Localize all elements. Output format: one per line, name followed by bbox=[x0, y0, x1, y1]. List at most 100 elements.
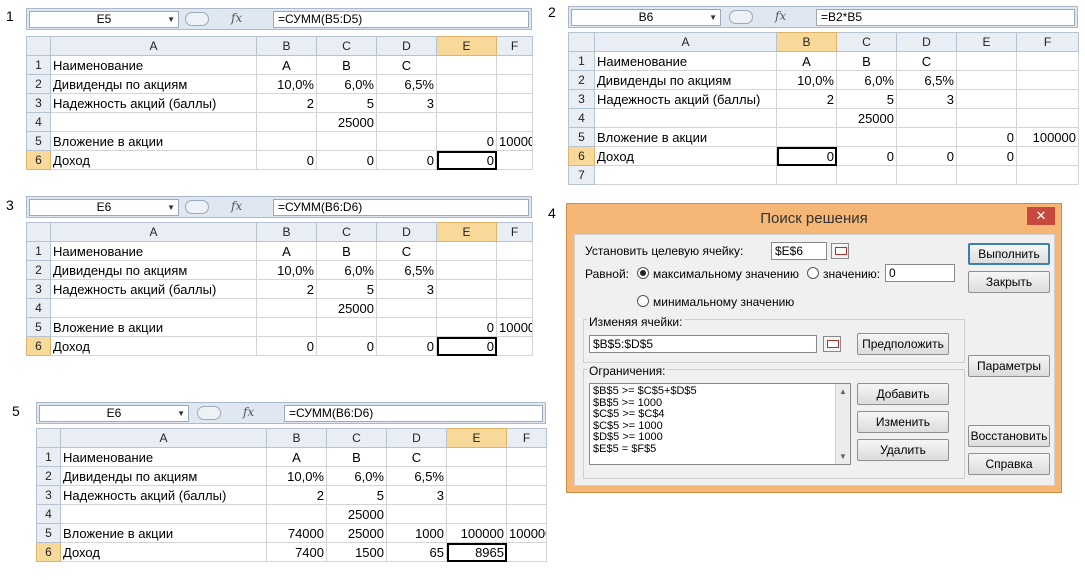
cell[interactable]: B bbox=[316, 55, 377, 75]
expand-icon[interactable] bbox=[729, 10, 753, 24]
formula-input[interactable]: =СУММ(B5:D5) bbox=[273, 11, 529, 28]
cell[interactable] bbox=[256, 317, 317, 337]
cell[interactable] bbox=[256, 298, 317, 318]
target-cell-field[interactable]: $E$6 bbox=[771, 242, 827, 260]
column-header[interactable]: B bbox=[266, 428, 327, 448]
cell[interactable]: Доход bbox=[594, 146, 777, 166]
cell[interactable] bbox=[496, 93, 533, 113]
row-header[interactable]: 3 bbox=[26, 93, 51, 113]
cell[interactable]: 1500 bbox=[326, 542, 387, 562]
name-box[interactable]: B6 ▼ bbox=[571, 9, 721, 26]
cell[interactable] bbox=[956, 70, 1017, 90]
guess-button[interactable]: Предположить bbox=[857, 333, 949, 355]
row-header[interactable]: 2 bbox=[26, 74, 51, 94]
cell[interactable]: 0 bbox=[956, 146, 1017, 166]
cell[interactable]: 0 bbox=[256, 336, 317, 356]
reset-button[interactable]: Восстановить bbox=[968, 425, 1050, 447]
column-header[interactable]: E bbox=[436, 222, 497, 242]
cell[interactable]: A bbox=[776, 51, 837, 71]
row-header[interactable]: 4 bbox=[36, 504, 61, 524]
dropdown-arrow-icon[interactable]: ▼ bbox=[167, 200, 175, 215]
value-field[interactable]: 0 bbox=[885, 264, 955, 282]
cell[interactable] bbox=[1016, 146, 1079, 166]
name-box[interactable]: E5 ▼ bbox=[29, 11, 179, 28]
cell[interactable]: 0 bbox=[256, 150, 317, 170]
cell[interactable]: A bbox=[256, 241, 317, 261]
cell[interactable]: Наименование bbox=[594, 51, 777, 71]
column-header[interactable]: F bbox=[496, 36, 533, 56]
column-header[interactable]: A bbox=[50, 222, 257, 242]
close-button[interactable]: Закрыть bbox=[968, 271, 1050, 293]
cell[interactable] bbox=[436, 241, 497, 261]
select-all-corner[interactable] bbox=[36, 428, 61, 448]
cell[interactable] bbox=[1016, 108, 1079, 128]
cell[interactable]: 0 bbox=[436, 150, 497, 170]
cell[interactable]: 2 bbox=[776, 89, 837, 109]
cell[interactable] bbox=[446, 485, 507, 505]
cell[interactable]: Доход bbox=[60, 542, 267, 562]
column-header[interactable]: C bbox=[836, 32, 897, 52]
row-header[interactable]: 4 bbox=[568, 108, 595, 128]
radio-min-label[interactable]: минимальному значению bbox=[653, 295, 794, 309]
cell[interactable] bbox=[776, 127, 837, 147]
cell[interactable] bbox=[436, 260, 497, 280]
cell[interactable] bbox=[496, 336, 533, 356]
cell[interactable] bbox=[896, 165, 957, 185]
constraints-list[interactable]: $B$5 >= $C$5+$D$5 $B$5 >= 1000 $C$5 >= $C$… bbox=[589, 383, 851, 465]
row-header[interactable]: 1 bbox=[26, 241, 51, 261]
cell[interactable] bbox=[1016, 51, 1079, 71]
column-header[interactable]: A bbox=[60, 428, 267, 448]
cell[interactable] bbox=[896, 108, 957, 128]
cell[interactable]: 0 bbox=[316, 150, 377, 170]
cell[interactable] bbox=[50, 112, 257, 132]
cell[interactable] bbox=[956, 108, 1017, 128]
cell[interactable]: 100000 bbox=[496, 131, 533, 151]
column-header[interactable]: A bbox=[594, 32, 777, 52]
cell[interactable] bbox=[446, 504, 507, 524]
fx-icon[interactable]: fx bbox=[231, 199, 242, 213]
cell[interactable]: 25000 bbox=[316, 298, 377, 318]
cell[interactable]: Наименование bbox=[50, 241, 257, 261]
cell[interactable]: 5 bbox=[316, 93, 377, 113]
cell[interactable]: 5 bbox=[836, 89, 897, 109]
constraint-item[interactable]: $D$5 >= 1000 bbox=[593, 431, 847, 444]
cell[interactable]: 10,0% bbox=[256, 74, 317, 94]
row-header[interactable]: 2 bbox=[26, 260, 51, 280]
cell[interactable]: Вложение в акции bbox=[50, 317, 257, 337]
column-header[interactable]: C bbox=[316, 36, 377, 56]
cell[interactable] bbox=[1016, 165, 1079, 185]
dropdown-arrow-icon[interactable]: ▼ bbox=[709, 10, 717, 25]
cell[interactable]: Надежность акций (баллы) bbox=[60, 485, 267, 505]
radio-max-label[interactable]: максимальному значению bbox=[653, 267, 799, 281]
cell[interactable] bbox=[1016, 89, 1079, 109]
row-header[interactable]: 7 bbox=[568, 165, 595, 185]
cell[interactable]: 65 bbox=[386, 542, 447, 562]
cell[interactable]: Доход bbox=[50, 150, 257, 170]
cell[interactable]: 2 bbox=[266, 485, 327, 505]
cell[interactable]: 6,0% bbox=[316, 74, 377, 94]
cell[interactable]: 25000 bbox=[326, 504, 387, 524]
cell[interactable]: B bbox=[316, 241, 377, 261]
column-header[interactable]: D bbox=[386, 428, 447, 448]
row-header[interactable]: 1 bbox=[568, 51, 595, 71]
cell[interactable] bbox=[256, 112, 317, 132]
cell[interactable] bbox=[896, 127, 957, 147]
cell[interactable]: 25000 bbox=[326, 523, 387, 543]
scrollbar[interactable]: ▲ ▼ bbox=[835, 384, 850, 464]
expand-icon[interactable] bbox=[197, 406, 221, 420]
cell[interactable] bbox=[256, 131, 317, 151]
dropdown-arrow-icon[interactable]: ▼ bbox=[167, 12, 175, 27]
cell[interactable]: 1000 bbox=[386, 523, 447, 543]
column-header[interactable]: D bbox=[896, 32, 957, 52]
fx-icon[interactable]: fx bbox=[775, 9, 786, 23]
row-header[interactable]: 6 bbox=[26, 150, 51, 170]
cell[interactable]: 0 bbox=[776, 146, 837, 166]
add-constraint-button[interactable]: Добавить bbox=[857, 383, 949, 405]
cell[interactable]: Дивиденды по акциям bbox=[60, 466, 267, 486]
column-header[interactable]: D bbox=[376, 36, 437, 56]
cell[interactable]: 0 bbox=[956, 127, 1017, 147]
select-all-corner[interactable] bbox=[26, 36, 51, 56]
cell[interactable]: 6,5% bbox=[376, 260, 437, 280]
cell[interactable] bbox=[506, 485, 547, 505]
cell[interactable] bbox=[594, 165, 777, 185]
